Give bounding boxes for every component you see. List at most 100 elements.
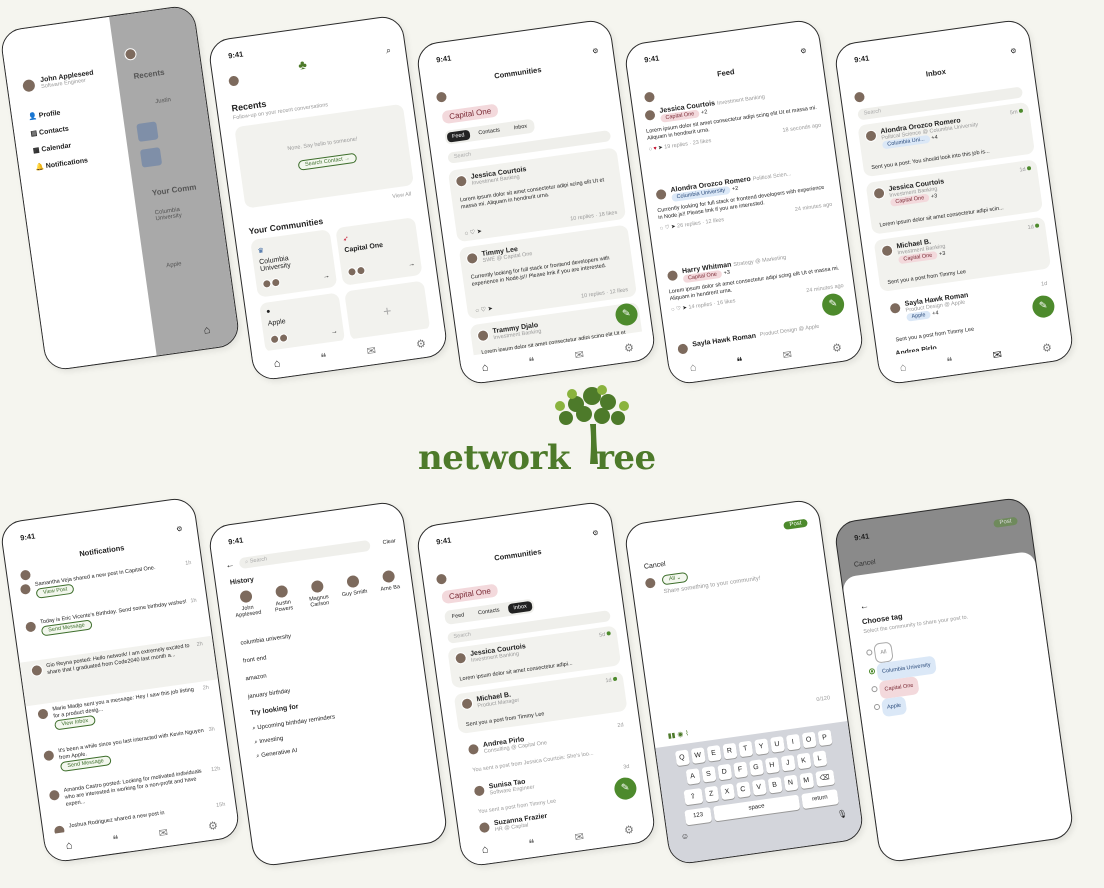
post-actions[interactable]: ◌ ♡ ➤ — [464, 228, 482, 237]
camera-icon[interactable]: ◉ — [677, 731, 684, 739]
audio-icon[interactable]: ▮▮ — [667, 732, 676, 740]
capital-one-logo-icon: ➶ — [342, 235, 350, 244]
gear-icon[interactable]: ⚙ — [623, 340, 634, 354]
search-input[interactable]: ⌕ Search — [238, 539, 371, 570]
audience-select[interactable]: All ⌄ — [661, 571, 689, 586]
gear-icon[interactable]: ⚙ — [207, 818, 218, 832]
cancel-button[interactable]: Cancel — [644, 561, 667, 571]
phone-home: 9:41 ♣ ⌕ Recents Follow-up on your recen… — [207, 14, 449, 382]
home-icon[interactable]: ⌂ — [481, 843, 489, 856]
columbia-logo-icon: ♛ — [257, 247, 265, 256]
phone-community-inbox: 9:41 ⚙ Communities Capital One Feed Cont… — [415, 500, 657, 868]
home-icon[interactable]: ⌂ — [899, 361, 907, 374]
calendar-icon: ▦ — [32, 146, 41, 155]
feed-icon[interactable]: ❝ — [528, 354, 536, 368]
home-icon[interactable]: ⌂ — [481, 361, 489, 374]
gear-icon[interactable]: ⚙ — [415, 336, 426, 350]
shift-key[interactable]: ⇧ — [683, 788, 703, 806]
user-icon: 👤 — [27, 112, 38, 122]
keyboard: QWERTYUIOP ASDFGHJKL ⇧ ZXCVBNM ⌫ 123 spa… — [655, 720, 864, 865]
community-chip[interactable]: Capital One — [441, 103, 499, 125]
paperclip-icon[interactable]: ⌇ — [685, 730, 689, 737]
apple-logo-icon: ● — [265, 308, 271, 316]
phone-choose-tag: 9:41 Post Cancel ← Choose tag Select the… — [833, 496, 1075, 864]
history-list: columbia university front end amazon jan… — [239, 628, 300, 706]
brand-wordmark-left: network — [418, 438, 570, 478]
notification-item[interactable]: Today is Eric Vicente's Birthday. Send s… — [23, 598, 199, 639]
mail-icon[interactable]: ✉ — [574, 347, 585, 361]
person-item[interactable]: John Appleseed — [231, 588, 263, 620]
post-button[interactable]: Post — [783, 518, 808, 530]
gear-icon[interactable]: ⚙ — [592, 47, 599, 56]
search-contact-button[interactable]: Search Contact → — [297, 152, 358, 171]
gear-icon[interactable]: ⚙ — [1041, 340, 1052, 354]
home-icon[interactable]: ⌂ — [689, 361, 697, 374]
person-item[interactable]: Ame Ba — [374, 568, 406, 600]
clear-button[interactable]: Clear — [382, 538, 396, 546]
gear-icon[interactable]: ⚙ — [623, 822, 634, 836]
phone-side-menu: 9:41 John Appleseed Software Engineer 👤 … — [0, 4, 241, 372]
mail-icon[interactable]: ✉ — [992, 347, 1003, 361]
tabs: Feed Contacts Inbox — [444, 118, 536, 145]
bottom-sheet: ← Choose tag Select the community to sha… — [841, 550, 1074, 863]
back-arrow-icon[interactable]: ← — [859, 600, 869, 611]
feed-post[interactable]: Jessica Courtois Investment Banking Capit… — [643, 86, 822, 153]
feed-post[interactable]: Alondra Orozco Romero Political Scien...… — [654, 165, 833, 232]
emoji-icon[interactable]: ☺ — [680, 831, 689, 841]
notification-item[interactable]: It's been a while since you last interac… — [42, 726, 218, 774]
notification-item[interactable]: Amanda Castro posted: Looking for motiva… — [47, 766, 223, 811]
person-item[interactable]: Austin Powers — [267, 583, 299, 615]
feed-post[interactable]: Harry Whitman Strategy @ Marketing Capita… — [665, 246, 844, 313]
feed-icon[interactable]: ❝ — [736, 354, 744, 368]
gear-icon[interactable]: ⚙ — [176, 525, 183, 534]
tag-options: All Columbia University Capital One Appl… — [865, 636, 942, 719]
phone-compose: Post Cancel All ⌄ Share something to you… — [623, 498, 865, 866]
feed-icon[interactable]: ❝ — [112, 832, 120, 846]
contacts-icon: ▤ — [30, 130, 38, 138]
compose-button[interactable]: ✎ — [820, 292, 846, 318]
tab-inbox[interactable]: Inbox — [508, 121, 533, 134]
phone-notifications: 9:41 ⚙ Notifications Samantha Veja share… — [0, 496, 241, 864]
tab-feed[interactable]: Feed — [446, 129, 471, 143]
mail-icon[interactable]: ✉ — [366, 343, 377, 357]
feed-icon[interactable]: ❝ — [946, 354, 954, 368]
recent-people: John Appleseed Austin Powers Magnus Carl… — [231, 567, 413, 620]
backspace-key[interactable]: ⌫ — [814, 769, 835, 787]
mail-icon[interactable]: ✉ — [574, 829, 585, 843]
person-item[interactable]: Guy Smith — [338, 573, 370, 605]
tab-contacts[interactable]: Contacts — [473, 605, 506, 619]
avatar[interactable] — [20, 77, 37, 94]
arrow-right-icon: → — [322, 272, 331, 281]
tab-contacts[interactable]: Contacts — [473, 125, 506, 139]
community-chip[interactable]: Capital One — [441, 583, 499, 605]
person-item[interactable]: Magnus Carlson — [302, 578, 334, 610]
search-icon[interactable]: ⌕ — [385, 45, 392, 57]
tab-inbox[interactable]: Inbox — [507, 600, 533, 615]
phone-feed: 9:41 ⚙ Feed Jessica Courtois Investment … — [623, 18, 865, 386]
community-card[interactable]: ➶ Capital One → — [335, 217, 423, 286]
gear-icon[interactable]: ⚙ — [800, 47, 807, 56]
mic-icon[interactable]: 🎙 — [837, 809, 848, 819]
home-icon[interactable]: ⌂ — [273, 357, 281, 370]
view-all-link[interactable]: View All — [392, 191, 412, 200]
gear-icon[interactable]: ⚙ — [592, 529, 599, 538]
tab-feed[interactable]: Feed — [446, 610, 470, 623]
avatar[interactable] — [227, 74, 241, 88]
attachment-toolbar: ▮▮ ◉ ⌇ — [667, 729, 689, 740]
mail-icon[interactable]: ✉ — [782, 347, 793, 361]
recents-empty-card: None. Say hello to someone! Search Conta… — [234, 103, 415, 209]
feed-icon[interactable]: ❝ — [320, 350, 328, 364]
tree-logo-icon: ♣ — [297, 56, 308, 73]
home-icon[interactable]: ⌂ — [65, 839, 73, 852]
gear-icon[interactable]: ⚙ — [1010, 47, 1017, 56]
back-arrow-icon[interactable]: ← — [225, 559, 235, 570]
notification-item[interactable]: Samantha Veja shared a new post in Capit… — [18, 560, 194, 601]
mail-icon[interactable]: ✉ — [158, 825, 169, 839]
feed-icon[interactable]: ❝ — [528, 836, 536, 850]
networktree-logo: network ree — [418, 384, 668, 484]
phone-inbox: 9:41 ⚙ Inbox Search Alondra Orozco Romer… — [833, 18, 1075, 386]
bell-icon: 🔔 — [34, 163, 45, 172]
home-icon[interactable]: ⌂ — [203, 324, 211, 337]
gear-icon[interactable]: ⚙ — [831, 340, 842, 354]
community-card[interactable]: ♛ Columbia University → — [250, 229, 338, 298]
